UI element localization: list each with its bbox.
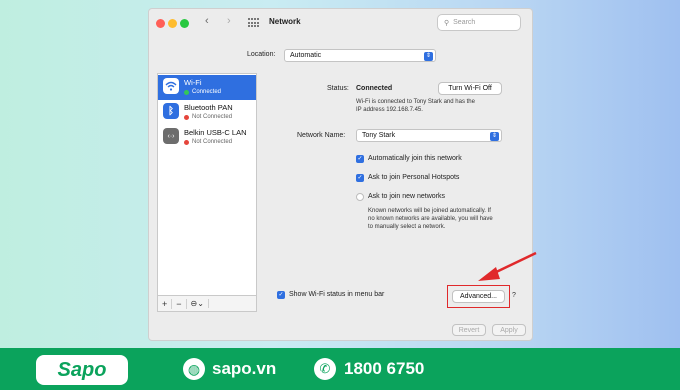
search-icon: ⚲ <box>444 19 450 27</box>
new-networks-note-line-3: to manually select a network. <box>368 224 446 230</box>
location-value: Automatic <box>290 52 322 59</box>
apply-button[interactable]: Apply <box>492 324 526 336</box>
service-name: Bluetooth PAN <box>184 103 233 112</box>
new-networks-note-line-2: no known networks are available, you wil… <box>368 216 493 222</box>
personal-hotspots-checkbox[interactable]: ✓ <box>356 174 364 182</box>
annotation-arrow-icon <box>478 251 537 281</box>
bluetooth-icon: ᛒ <box>163 103 179 119</box>
website-text[interactable]: sapo.vn <box>212 359 276 379</box>
window-title: Network <box>269 17 301 26</box>
ethernet-icon: ‹·› <box>163 128 179 144</box>
search-input[interactable]: ⚲ Search <box>437 14 521 31</box>
show-status-label: Show Wi-Fi status in menu bar <box>289 291 385 298</box>
close-window-button[interactable] <box>156 19 165 28</box>
service-item-belkin-usbc-lan[interactable]: ‹·› Belkin USB-C LAN Not Connected <box>158 125 256 150</box>
location-label: Location: <box>247 51 276 58</box>
forward-icon[interactable]: › <box>227 15 231 27</box>
chevron-updown-icon: ⇕ <box>424 52 433 61</box>
minimize-window-button[interactable] <box>168 19 177 28</box>
phone-text[interactable]: 1800 6750 <box>344 359 424 379</box>
chevron-updown-icon: ⇕ <box>490 132 499 141</box>
new-networks-note-line-1: Known networks will be joined automatica… <box>368 208 491 214</box>
network-name-value: Tony Stark <box>362 132 396 139</box>
status-dot <box>184 114 189 120</box>
wifi-icon <box>163 78 179 94</box>
status-dot <box>184 139 189 145</box>
zoom-window-button[interactable] <box>180 19 189 28</box>
remove-service-button[interactable]: − <box>172 298 187 309</box>
network-name-label: Network Name: <box>297 132 346 139</box>
service-status: Not Connected <box>184 139 232 145</box>
service-status-text: Connected <box>192 89 222 95</box>
service-status: Connected <box>184 89 221 95</box>
auto-join-label: Automatically join this network <box>368 155 462 162</box>
globe-icon: ◍ <box>183 358 205 380</box>
service-name: Belkin USB-C LAN <box>184 128 247 137</box>
status-description-line-1: Wi-Fi is connected to Tony Stark and has… <box>356 99 475 105</box>
search-placeholder: Search <box>453 19 476 26</box>
brand-logo-text: Sapo <box>57 358 107 381</box>
service-item-wifi[interactable]: Wi-Fi Connected <box>158 75 256 100</box>
service-list-toolbar: + − ⊖⌄ <box>157 295 257 312</box>
phone-icon: ✆ <box>314 358 336 380</box>
status-value: Connected <box>356 85 393 92</box>
network-name-select[interactable]: Tony Stark ⇕ <box>356 129 502 142</box>
service-status: Not Connected <box>184 114 232 120</box>
turn-wifi-off-button[interactable]: Turn Wi-Fi Off <box>438 82 502 95</box>
service-list: Wi-Fi Connected ᛒ Bluetooth PAN Not Conn… <box>157 73 257 312</box>
status-label: Status: <box>327 85 349 92</box>
service-actions-button[interactable]: ⊖⌄ <box>187 299 209 308</box>
status-dot <box>184 89 189 95</box>
location-select[interactable]: Automatic ⇕ <box>284 49 436 62</box>
new-networks-checkbox[interactable] <box>356 193 364 201</box>
service-status-text: Not Connected <box>192 139 233 145</box>
status-description-line-2: IP address 192.168.7.45. <box>356 107 423 113</box>
new-networks-label: Ask to join new networks <box>368 193 446 200</box>
service-item-bluetooth-pan[interactable]: ᛒ Bluetooth PAN Not Connected <box>158 100 256 125</box>
show-all-icon[interactable] <box>248 18 259 28</box>
show-status-checkbox[interactable]: ✓ <box>277 291 285 299</box>
personal-hotspots-label: Ask to join Personal Hotspots <box>368 174 460 181</box>
revert-button[interactable]: Revert <box>452 324 486 336</box>
service-status-text: Not Connected <box>192 114 233 120</box>
service-name: Wi-Fi <box>184 78 202 87</box>
auto-join-checkbox[interactable]: ✓ <box>356 155 364 163</box>
back-icon[interactable]: ‹ <box>205 15 209 27</box>
add-service-button[interactable]: + <box>158 298 173 309</box>
